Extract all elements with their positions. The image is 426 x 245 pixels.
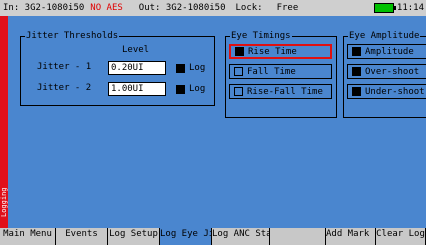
softkey-bar: Main Menu Events Log Setup Log Eye Jitte… bbox=[0, 228, 426, 245]
logging-side-tab[interactable]: Logging bbox=[0, 16, 8, 228]
jitter-1-level-field[interactable]: 0.20UI bbox=[108, 61, 166, 75]
softkey-log-setup[interactable]: Log Setup bbox=[108, 228, 160, 245]
level-header: Level bbox=[122, 45, 150, 55]
softkey-empty[interactable] bbox=[270, 228, 326, 245]
output-format: Out: 3G2-1080i50 bbox=[138, 3, 226, 13]
jitter-2-level-field[interactable]: 1.00UI bbox=[108, 82, 166, 96]
softkey-clear-log[interactable]: Clear Log bbox=[376, 228, 426, 245]
status-bar: In: 3G2-1080i50 NO AES Out: 3G2-1080i50 … bbox=[0, 0, 426, 16]
jitter-1-label: Jitter - 1 bbox=[37, 62, 92, 72]
amplitude-checkbox[interactable] bbox=[352, 47, 361, 56]
fall-time-option[interactable]: Fall Time bbox=[229, 64, 332, 79]
over-shoot-label: Over-shoot bbox=[365, 66, 420, 77]
jitter-1-log-label: Log bbox=[189, 63, 206, 73]
jitter-2-label: Jitter - 2 bbox=[37, 83, 92, 93]
jitter-thresholds-title: Jitter Thresholds bbox=[25, 30, 120, 42]
eye-amplitude-group: Eye Amplitude Amplitude Over-shoot Under… bbox=[343, 30, 426, 118]
jitter-2-log-toggle[interactable]: Log bbox=[176, 84, 205, 94]
softkey-main-menu[interactable]: Main Menu bbox=[0, 228, 56, 245]
over-shoot-checkbox[interactable] bbox=[352, 67, 361, 76]
rise-time-label: Rise Time bbox=[248, 46, 297, 57]
amplitude-option[interactable]: Amplitude bbox=[347, 44, 426, 59]
eye-amplitude-title: Eye Amplitude bbox=[348, 30, 421, 42]
jitter-2-log-checkbox[interactable] bbox=[176, 84, 185, 94]
side-tab-label: Logging bbox=[0, 187, 8, 217]
lock-value: Free bbox=[276, 3, 299, 13]
rise-time-checkbox[interactable] bbox=[235, 47, 244, 56]
eye-timings-title: Eye Timings bbox=[230, 30, 292, 42]
battery-icon bbox=[373, 3, 396, 13]
rise-fall-time-option[interactable]: Rise-Fall Time bbox=[229, 84, 332, 99]
input-format: In: 3G2-1080i50 bbox=[3, 3, 85, 13]
under-shoot-option[interactable]: Under-shoot bbox=[347, 84, 426, 99]
jitter-thresholds-group: Jitter Thresholds Level Jitter - 1 0.20U… bbox=[20, 30, 215, 106]
amplitude-label: Amplitude bbox=[365, 46, 414, 57]
rise-time-option[interactable]: Rise Time bbox=[229, 44, 332, 59]
softkey-add-mark-in-log[interactable]: Add Mark in Log bbox=[326, 228, 376, 245]
rise-fall-time-checkbox[interactable] bbox=[234, 87, 243, 96]
rise-fall-time-label: Rise-Fall Time bbox=[247, 86, 323, 97]
clock-time: 11:14 bbox=[396, 3, 424, 13]
eye-timings-group: Eye Timings Rise Time Fall Time Rise-Fal… bbox=[225, 30, 337, 118]
over-shoot-option[interactable]: Over-shoot bbox=[347, 64, 426, 79]
fall-time-label: Fall Time bbox=[247, 66, 296, 77]
fall-time-checkbox[interactable] bbox=[234, 67, 243, 76]
jitter-1-log-toggle[interactable]: Log bbox=[176, 63, 205, 73]
no-aes-warning: NO AES bbox=[90, 3, 123, 13]
under-shoot-label: Under-shoot bbox=[365, 86, 425, 97]
softkey-log-anc-status[interactable]: Log ANC Status bbox=[212, 228, 270, 245]
softkey-log-eye-jitter[interactable]: Log Eye Jitter bbox=[160, 228, 212, 245]
lock-label: Lock: bbox=[235, 3, 263, 13]
under-shoot-checkbox[interactable] bbox=[352, 87, 361, 96]
main-panel: Jitter Thresholds Level Jitter - 1 0.20U… bbox=[8, 16, 426, 228]
softkey-events[interactable]: Events bbox=[56, 228, 108, 245]
jitter-1-log-checkbox[interactable] bbox=[176, 63, 185, 73]
jitter-2-log-label: Log bbox=[189, 84, 206, 94]
